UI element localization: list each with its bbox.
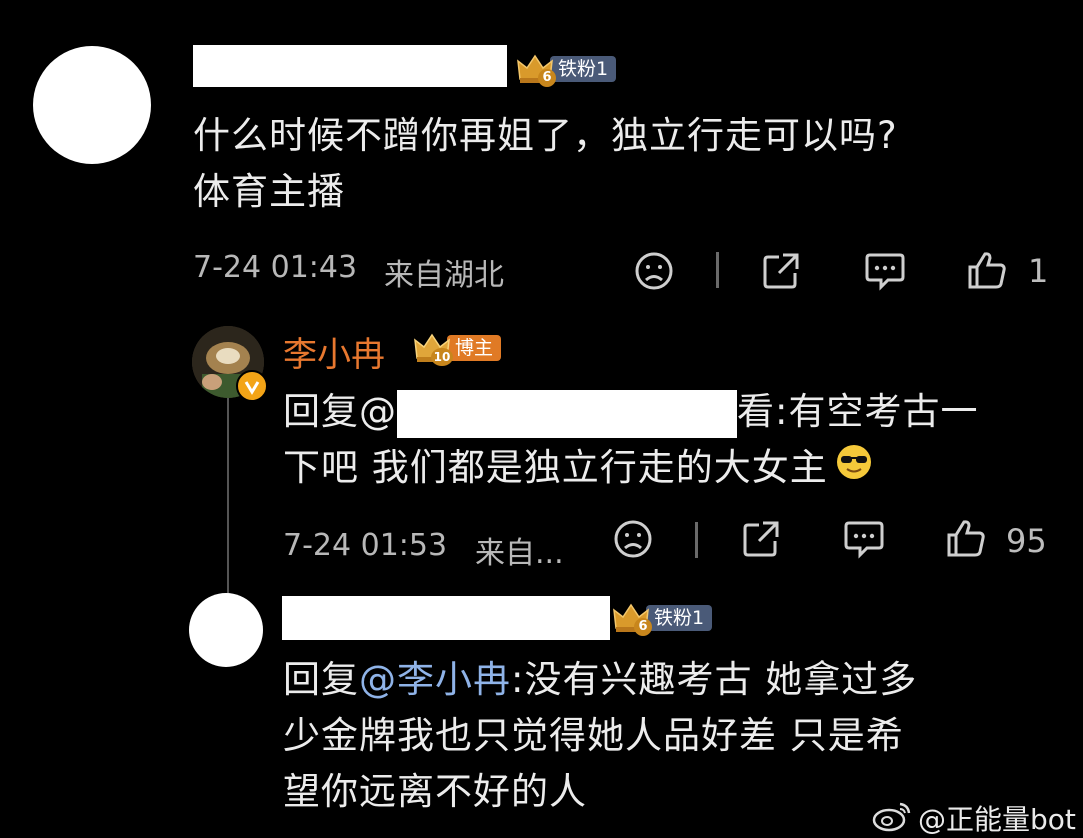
comment-icon[interactable] [842, 518, 886, 560]
blogger-username[interactable]: 李小冉 [283, 327, 385, 376]
redacted-mention[interactable] [397, 389, 737, 438]
crown-icon: 6 [516, 53, 556, 87]
mention-link[interactable]: @李小冉 [359, 658, 511, 701]
verified-icon [236, 370, 268, 402]
username-redacted[interactable] [193, 45, 507, 87]
badge-level: 10 [431, 348, 453, 366]
share-icon[interactable] [760, 250, 802, 292]
reply-text: 回复@李小冉:没有兴趣考古 她拿过多 少金牌我也只觉得她人品好差 只是希 望你远… [283, 658, 918, 813]
reply-time: 7-24 01:53 [283, 528, 448, 563]
divider [716, 252, 719, 288]
sad-face-icon[interactable] [633, 250, 675, 292]
like-count: 95 [1006, 522, 1047, 560]
thread-line [227, 398, 229, 598]
comment-icon[interactable] [863, 250, 907, 292]
badge-label: 博主 [447, 335, 502, 361]
fan-badge[interactable]: 6 铁粉1 [612, 602, 713, 636]
weibo-logo-icon [872, 800, 912, 836]
thumbs-up-icon[interactable] [944, 516, 988, 560]
thumbs-up-icon[interactable] [965, 248, 1009, 292]
crown-icon: 6 [612, 602, 652, 636]
username-redacted[interactable] [282, 596, 610, 640]
fan-badge[interactable]: 6 铁粉1 [516, 53, 617, 87]
badge-label: 铁粉1 [550, 56, 617, 82]
avatar[interactable] [189, 593, 263, 667]
sunglasses-emoji-icon [834, 442, 874, 498]
comment-location: 来自湖北 [384, 258, 504, 293]
comment-time: 7-24 01:43 [193, 250, 358, 285]
reply-location: 来自... [475, 536, 564, 571]
badge-label: 铁粉1 [646, 605, 713, 631]
share-icon[interactable] [740, 518, 782, 560]
avatar[interactable] [33, 46, 151, 164]
badge-level: 6 [538, 69, 556, 87]
blogger-badge[interactable]: 10 博主 [413, 332, 502, 366]
crown-icon: 10 [413, 332, 453, 366]
divider [695, 522, 698, 558]
comment-text: 什么时候不蹭你再姐了，独立行走可以吗? 体育主播 [193, 114, 898, 213]
like-count: 1 [1028, 252, 1049, 290]
sad-face-icon[interactable] [612, 518, 654, 560]
reply-text: 回复@ 看:有空考古一 下吧 我们都是独立行走的大女主 [283, 384, 1063, 498]
watermark: @正能量bot [872, 798, 1076, 838]
badge-level: 6 [634, 618, 652, 636]
